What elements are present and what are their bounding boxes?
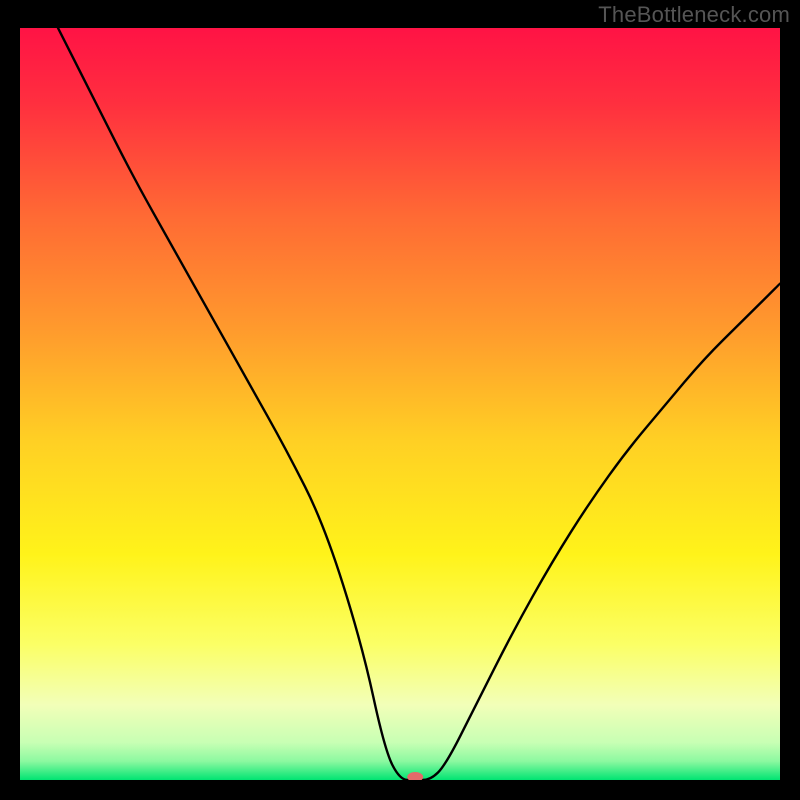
chart-frame: TheBottleneck.com: [0, 0, 800, 800]
bottleneck-chart: [20, 28, 780, 780]
watermark-text: TheBottleneck.com: [598, 2, 790, 28]
plot-area: [20, 28, 780, 780]
